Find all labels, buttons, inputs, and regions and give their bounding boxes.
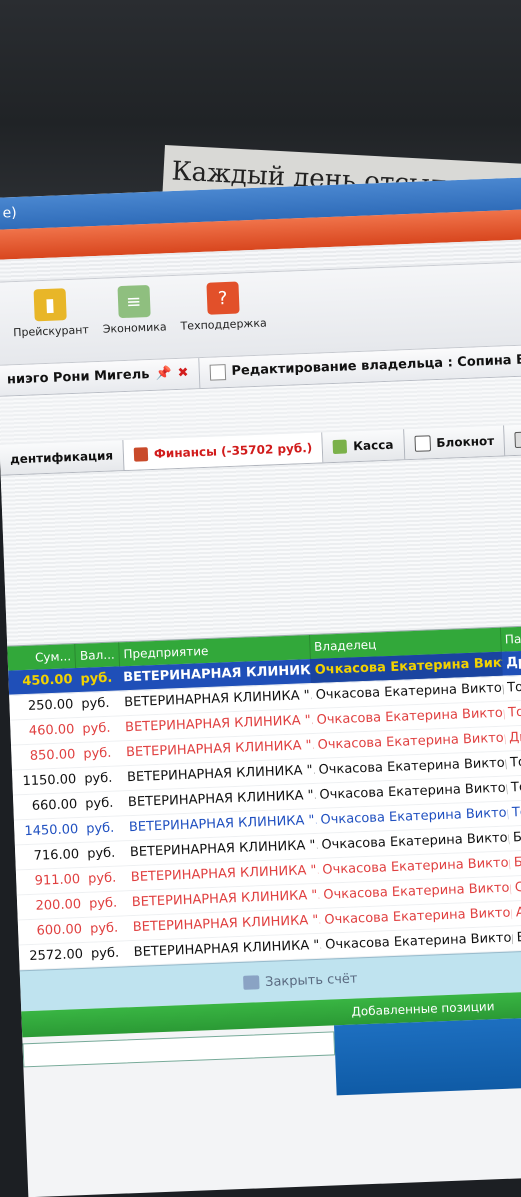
added-positions-label: Добавленные позиции — [351, 999, 495, 1019]
cell-sum: 850.00 — [29, 747, 76, 764]
col-sum[interactable]: Сум... — [7, 644, 77, 671]
pin-icon[interactable]: 📌 — [155, 359, 172, 390]
finance-icon — [133, 447, 149, 462]
cell-sum: 250.00 — [27, 697, 74, 714]
close-account-icon — [242, 975, 260, 990]
cell-cur: руб. — [88, 895, 118, 912]
finance-summary-area — [0, 454, 521, 647]
cell-pat: Бе — [516, 929, 521, 946]
cell-pat: Тося — [510, 779, 521, 796]
cell-cur: руб. — [86, 845, 116, 862]
price-list-icon: ▮ — [33, 288, 67, 322]
toolbar-economy[interactable]: ≡ Экономика — [101, 284, 168, 360]
toolbar-label: Техподдержка — [180, 316, 267, 333]
cell-cur: руб. — [89, 920, 119, 937]
toolbar-label: Прейскурант — [12, 323, 90, 340]
economy-icon: ≡ — [117, 284, 151, 319]
cell-pat: Ал — [515, 904, 521, 921]
col-currency[interactable]: Вал... — [75, 642, 120, 669]
cell-sum: 2572.00 — [29, 946, 84, 965]
cell-cur: руб. — [81, 695, 110, 712]
toolbar-price-list[interactable]: ▮ Прейскурант — [12, 287, 90, 364]
cell-cur: руб. — [82, 720, 111, 737]
invoices-table: Сум... Вал... Предприятие Владелец Пацие… — [7, 625, 521, 971]
cell-pat: Тося(Т — [506, 678, 521, 696]
cell-sum: 911.00 — [34, 872, 81, 889]
cell-pat: Тося( — [509, 754, 521, 771]
col-patient[interactable]: Пациент — [500, 625, 521, 652]
tab-label: Касса — [352, 437, 394, 454]
cell-sum: 660.00 — [31, 797, 78, 814]
cell-pat: Без — [512, 829, 521, 846]
tab-notepad[interactable]: Блокнот — [403, 425, 506, 460]
cell-pat: Си — [514, 879, 521, 896]
cell-cur: руб. — [83, 745, 112, 762]
cell-sum: 1450.00 — [24, 822, 79, 840]
close-account-label: Закрыть счёт — [264, 970, 358, 990]
cell-pat: Без — [513, 854, 521, 871]
position-input[interactable] — [22, 1031, 336, 1068]
cell-cur: руб. — [80, 670, 113, 687]
document-icon — [514, 431, 521, 449]
cell-pat: Дружок — [505, 653, 521, 671]
document-icon — [209, 364, 226, 381]
doc-tab-label: ниэго Рони Мигель — [6, 367, 150, 388]
cell-cur: руб. — [84, 770, 113, 787]
cell-cur: руб. — [90, 945, 120, 962]
cell-pat: Тося — [511, 804, 521, 821]
cell-sum: 450.00 — [22, 672, 73, 690]
cell-pat: Дымо — [508, 729, 521, 746]
cell-cur: руб. — [84, 795, 114, 812]
close-icon[interactable]: ✖ — [177, 359, 189, 389]
tab-cash[interactable]: Касса — [322, 429, 405, 463]
cell-cur: руб. — [85, 820, 115, 837]
cell-sum: 716.00 — [33, 847, 80, 864]
cell-pat: Тося(Т — [507, 703, 521, 721]
cell-sum: 1150.00 — [22, 772, 77, 790]
table-body: 450.00руб.ВЕТЕРИНАРНАЯ КЛИНИКА "...Очкас… — [8, 649, 521, 971]
cell-sum: 460.00 — [28, 722, 75, 739]
tab-more[interactable]: Д — [504, 423, 521, 456]
support-icon: ? — [206, 281, 240, 315]
toolbar-label: Экономика — [102, 320, 167, 336]
tab-label: Блокнот — [436, 433, 495, 451]
tab-label: дентификация — [9, 448, 114, 467]
tab-identification[interactable]: дентификация — [0, 440, 125, 475]
notepad-icon — [414, 435, 431, 452]
app-screen: e) ▮ Прейскурант ≡ Экономика ? Техподдер… — [0, 176, 521, 1197]
toolbar-support[interactable]: ? Техподдержка — [179, 281, 268, 358]
cell-sum: 200.00 — [35, 897, 82, 914]
cell-cur: руб. — [87, 870, 117, 887]
tab-label: Финансы (-35702 руб.) — [153, 440, 313, 461]
cash-icon — [332, 439, 348, 455]
positions-panel — [334, 1015, 521, 1096]
cell-sum: 600.00 — [36, 922, 83, 939]
